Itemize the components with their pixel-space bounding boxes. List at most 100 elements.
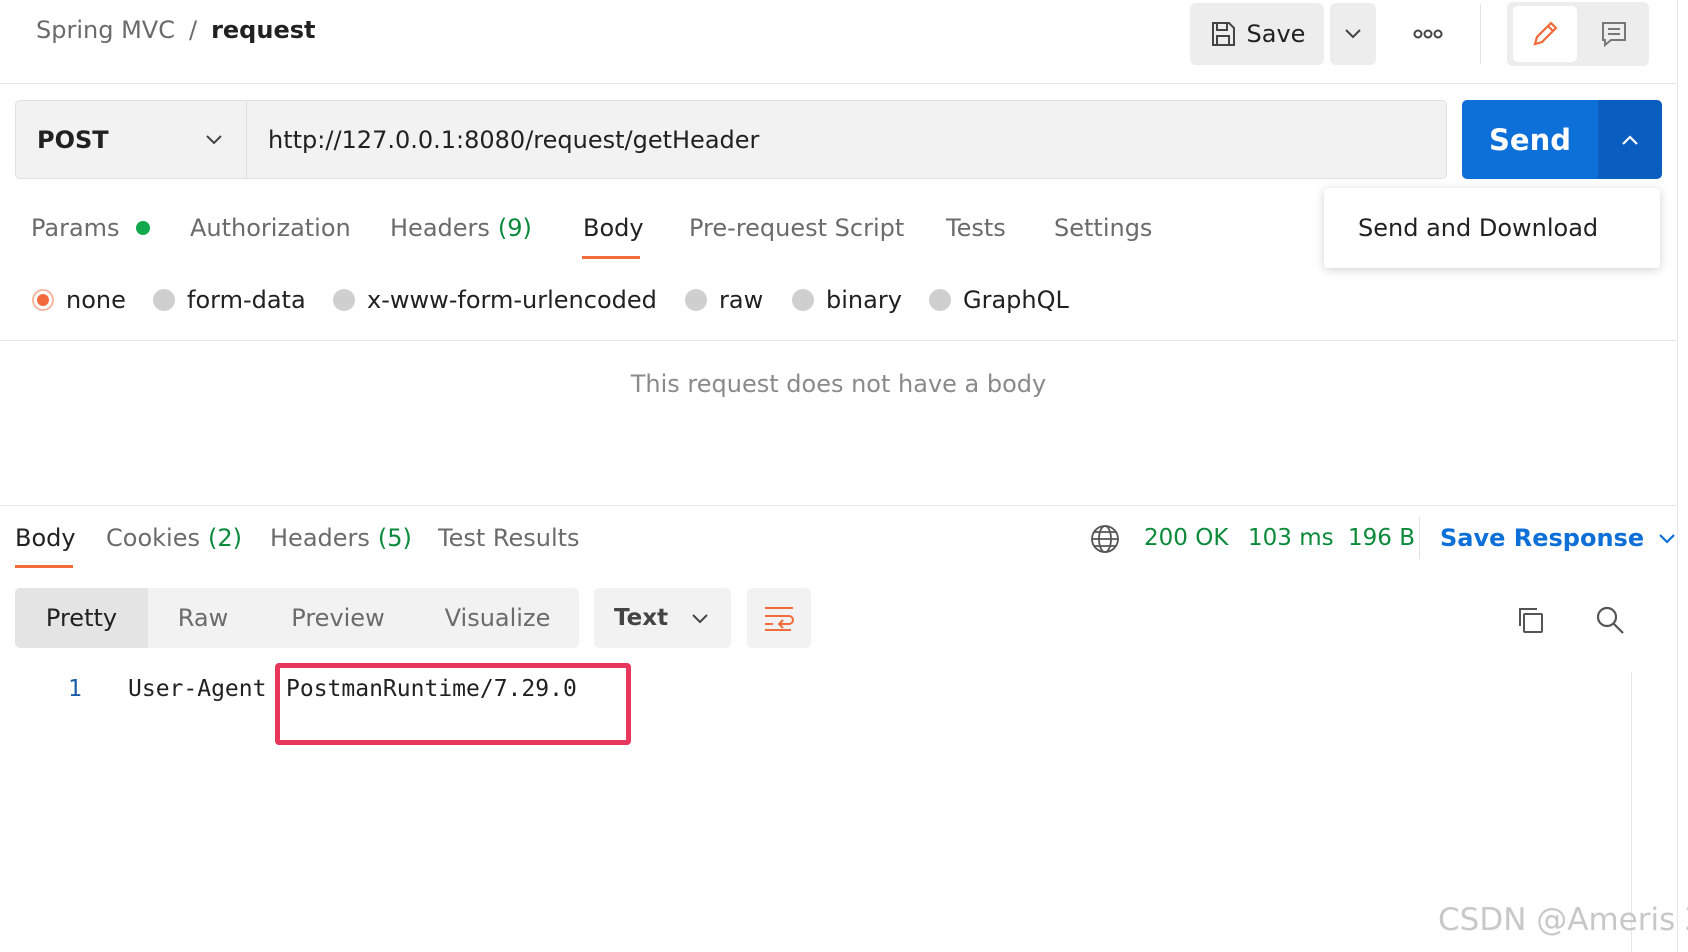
- response-line-key[interactable]: User-Agent: [128, 672, 266, 706]
- method-select[interactable]: POST: [15, 100, 247, 179]
- copy-icon: [1519, 608, 1543, 633]
- view-visualize-button[interactable]: Visualize: [430, 588, 565, 648]
- send-and-download-item[interactable]: Send and Download: [1324, 188, 1660, 268]
- tab-label: Headers: [270, 524, 370, 552]
- header-divider: [1480, 4, 1481, 64]
- header-separator: [0, 83, 1677, 84]
- save-label: Save: [1246, 20, 1306, 48]
- save-response-button[interactable]: Save Response: [1440, 520, 1676, 556]
- radio-label: none: [66, 286, 126, 314]
- send-options-button[interactable]: [1598, 100, 1662, 179]
- radio-icon: [333, 289, 355, 311]
- tab-body[interactable]: Body: [583, 210, 644, 246]
- body-type-graphql[interactable]: GraphQL: [929, 283, 1069, 317]
- response-tab-cookies[interactable]: Cookies (2): [106, 520, 242, 556]
- copy-button[interactable]: [1508, 598, 1552, 642]
- radio-label: raw: [719, 286, 764, 314]
- chevron-down-icon: [692, 613, 708, 623]
- tab-authorization[interactable]: Authorization: [190, 210, 351, 246]
- format-label: Text: [614, 605, 669, 631]
- radio-selected-icon: [32, 289, 54, 311]
- body-type-raw[interactable]: raw: [685, 283, 763, 317]
- response-size[interactable]: 196 B: [1348, 520, 1415, 556]
- tab-label: Headers: [390, 214, 490, 242]
- radio-icon: [153, 289, 175, 311]
- view-preview-button[interactable]: Preview: [278, 588, 398, 648]
- wrap-lines-button[interactable]: [747, 588, 811, 648]
- tab-label: Body: [15, 524, 76, 552]
- breadcrumb-separator: /: [188, 16, 198, 44]
- comment-icon: [1602, 22, 1626, 48]
- response-tab-test-results[interactable]: Test Results: [438, 520, 580, 556]
- tab-prerequest-script[interactable]: Pre-request Script: [689, 210, 904, 246]
- line-number: 1: [68, 676, 82, 702]
- chevron-down-icon: [206, 134, 222, 144]
- highlight-annotation: [275, 663, 631, 745]
- save-options-button[interactable]: [1330, 3, 1376, 65]
- active-tab-indicator: [582, 256, 640, 259]
- radio-label: binary: [826, 286, 902, 314]
- response-tab-headers[interactable]: Headers (5): [270, 520, 412, 556]
- wrap-icon: [765, 607, 794, 631]
- tab-params[interactable]: Params: [31, 210, 150, 246]
- radio-icon: [792, 289, 814, 311]
- body-type-urlencoded[interactable]: x-www-form-urlencoded: [333, 283, 657, 317]
- headers-count: (9): [497, 214, 532, 242]
- response-tab-body[interactable]: Body: [15, 520, 76, 556]
- comments-button[interactable]: [1584, 6, 1644, 62]
- radio-label: x-www-form-urlencoded: [367, 286, 657, 314]
- tab-label: Params: [31, 214, 120, 242]
- radio-icon: [929, 289, 951, 311]
- body-type-none[interactable]: none: [32, 283, 126, 317]
- save-response-label: Save Response: [1440, 524, 1645, 552]
- tab-headers[interactable]: Headers (9): [390, 210, 532, 246]
- url-input[interactable]: [248, 101, 1444, 178]
- panel-edge: [1677, 0, 1678, 952]
- save-icon: [1211, 22, 1235, 46]
- view-pretty-button[interactable]: Pretty: [15, 588, 148, 648]
- chevron-down-icon: [1345, 29, 1361, 39]
- format-select[interactable]: Text: [594, 588, 731, 648]
- status-code[interactable]: 200 OK: [1144, 520, 1228, 556]
- active-response-tab-indicator: [15, 565, 73, 568]
- method-label: POST: [37, 125, 109, 154]
- more-icon: [1413, 29, 1443, 39]
- chevron-down-icon: [1659, 533, 1675, 544]
- tab-settings[interactable]: Settings: [1054, 210, 1152, 246]
- tab-label: Cookies: [106, 524, 200, 552]
- response-time[interactable]: 103 ms: [1248, 520, 1334, 556]
- radio-icon: [685, 289, 707, 311]
- breadcrumb: Spring MVC / request: [36, 16, 315, 44]
- save-button[interactable]: Save: [1190, 3, 1324, 65]
- empty-body-message: This request does not have a body: [630, 370, 1047, 398]
- body-type-binary[interactable]: binary: [792, 283, 902, 317]
- tab-label: Settings: [1054, 214, 1153, 242]
- cookies-count: (2): [207, 524, 242, 552]
- tab-label: Body: [583, 214, 644, 242]
- send-button[interactable]: Send: [1462, 100, 1598, 179]
- search-button[interactable]: [1588, 598, 1632, 642]
- radio-label: form-data: [187, 286, 306, 314]
- globe-icon[interactable]: [1089, 523, 1121, 555]
- body-type-form-data[interactable]: form-data: [153, 283, 306, 317]
- edit-mode-button[interactable]: [1513, 6, 1577, 62]
- breadcrumb-collection[interactable]: Spring MVC: [36, 16, 175, 44]
- tab-label: Test Results: [438, 524, 580, 552]
- tab-label: Tests: [946, 214, 1006, 242]
- chevron-up-icon: [1622, 134, 1638, 145]
- more-actions-button[interactable]: [1400, 16, 1456, 52]
- response-separator: [0, 505, 1677, 506]
- tab-label: Authorization: [190, 214, 351, 242]
- pencil-icon: [1533, 21, 1558, 46]
- tab-label: Pre-request Script: [689, 214, 905, 242]
- search-icon: [1596, 606, 1624, 634]
- params-indicator-dot: [135, 221, 150, 235]
- response-headers-count: (5): [377, 524, 412, 552]
- status-divider: [1419, 517, 1420, 559]
- view-raw-button[interactable]: Raw: [148, 588, 258, 648]
- tab-tests[interactable]: Tests: [946, 210, 1006, 246]
- request-name[interactable]: request: [211, 16, 315, 44]
- radio-label: GraphQL: [963, 286, 1069, 314]
- watermark: CSDN @Ameris Z: [1438, 902, 1688, 938]
- body-separator: [0, 340, 1677, 341]
